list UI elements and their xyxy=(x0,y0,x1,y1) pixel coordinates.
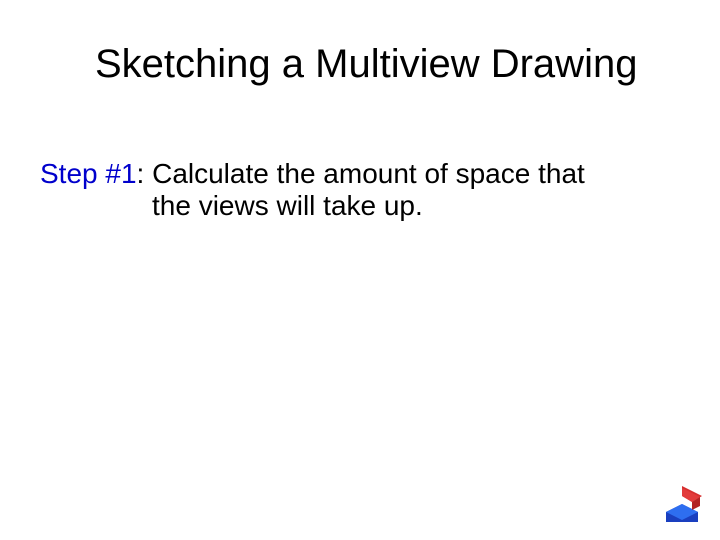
step-colon: : xyxy=(137,158,153,189)
pltw-logo-icon xyxy=(662,482,706,526)
step-text-line2: the views will take up. xyxy=(40,190,670,222)
step-label: Step #1 xyxy=(40,158,137,189)
slide-title: Sketching a Multiview Drawing xyxy=(95,42,710,87)
body-text: Step #1: Calculate the amount of space t… xyxy=(40,158,670,222)
step-text-line1: Calculate the amount of space that xyxy=(152,158,585,189)
body-line-1: Step #1: Calculate the amount of space t… xyxy=(40,158,670,190)
slide: Sketching a Multiview Drawing Step #1: C… xyxy=(0,0,720,540)
